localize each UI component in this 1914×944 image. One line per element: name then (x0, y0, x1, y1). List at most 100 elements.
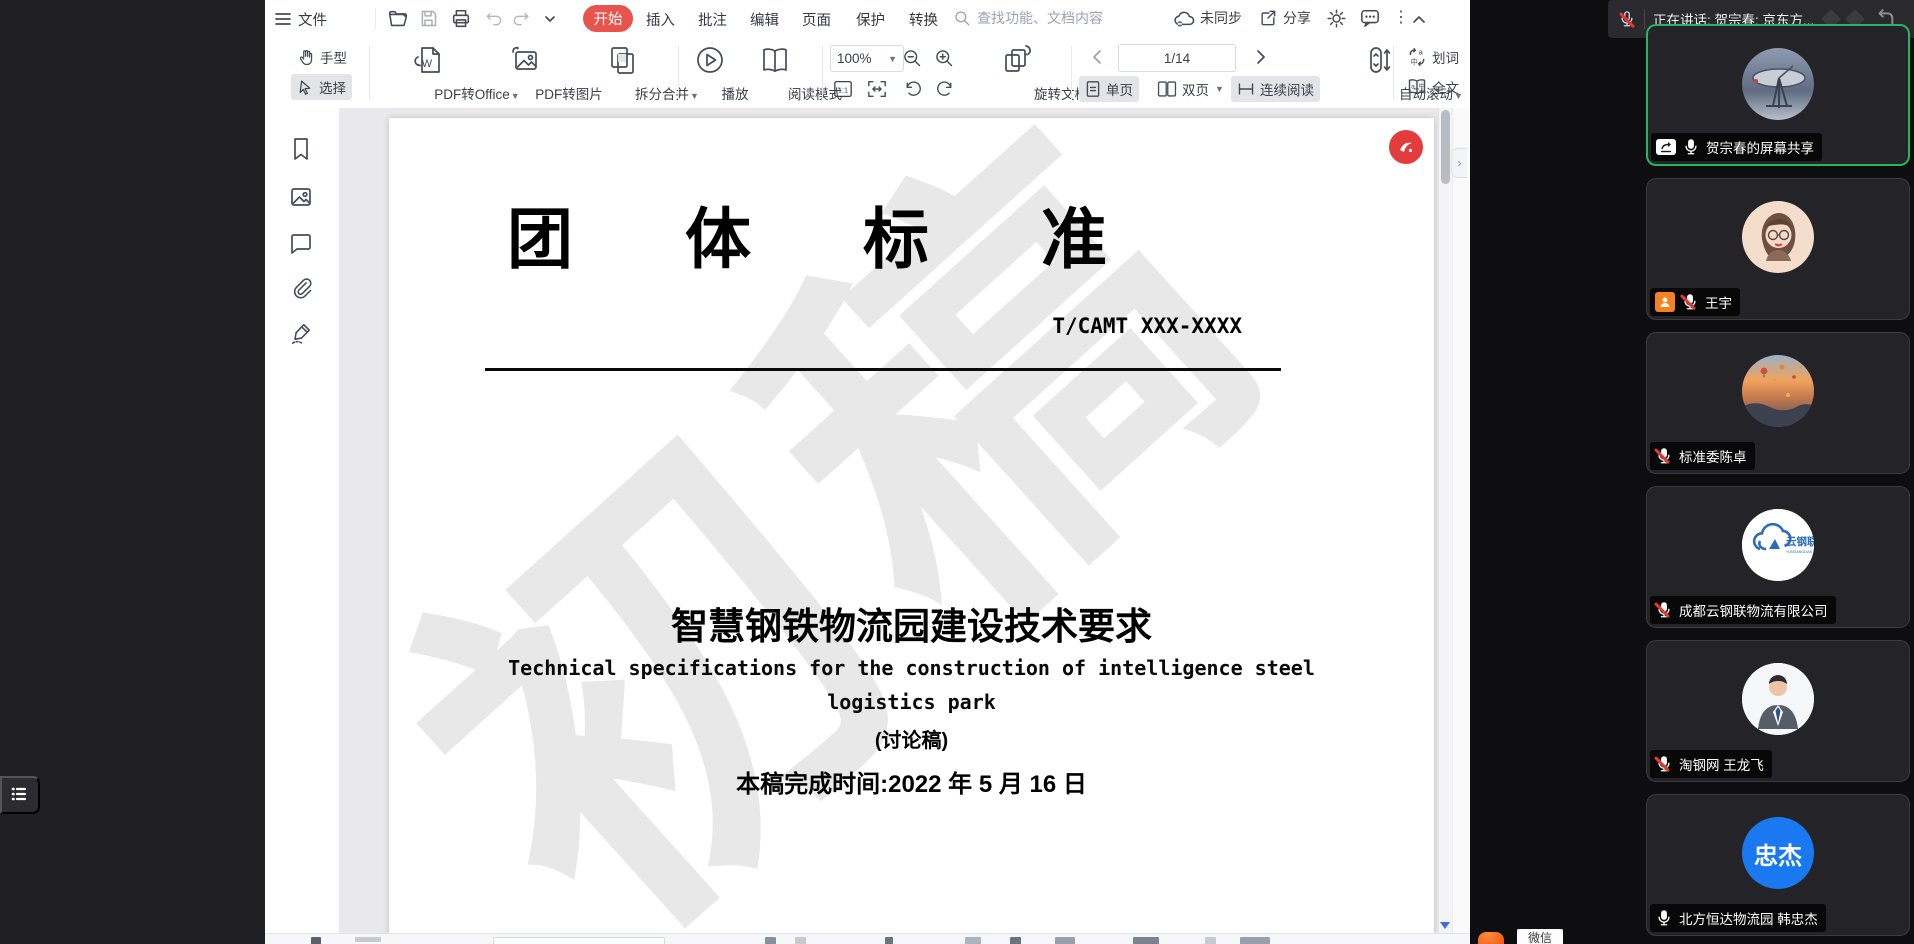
continuous-read-button[interactable]: 连续阅读 (1231, 76, 1320, 102)
rotate-right-button[interactable] (931, 76, 958, 101)
split-merge-button[interactable]: 拆分合并▼ (577, 38, 667, 108)
svg-text:1:1: 1:1 (837, 85, 847, 94)
tab-edit[interactable]: 编辑 (750, 9, 779, 30)
translate-full-button[interactable]: a中 全文 (1401, 74, 1465, 100)
settings-button[interactable] (1326, 8, 1347, 29)
quick-tools-dropdown[interactable] (543, 13, 557, 25)
single-page-button[interactable]: 单页 (1079, 76, 1139, 102)
cloud-sync-icon (1173, 8, 1195, 28)
zoom-out-button[interactable] (898, 45, 925, 70)
comments-panel-button[interactable] (289, 230, 315, 256)
document-viewport[interactable]: 初稿 团体标准 T/CAMT XXX-XXXX 智慧钢铁物流园建设技术要求 Te… (339, 108, 1452, 933)
tab-insert[interactable]: 插入 (646, 9, 675, 30)
actual-size-button[interactable]: 1:1 (830, 76, 855, 101)
statusbar-icon (1055, 937, 1075, 944)
print-button[interactable] (450, 8, 472, 30)
single-page-label: 单页 (1106, 79, 1133, 99)
page-corner-badge (1389, 130, 1423, 164)
participant-tile[interactable]: 云钢联YUNGANGLIAN 成都云钢联物流有限公司 (1646, 486, 1910, 628)
avatar (1742, 663, 1814, 735)
share-icon (1258, 8, 1278, 28)
select-tool-button[interactable]: 选择 (291, 74, 352, 100)
page-indicator[interactable]: 1/14 (1118, 44, 1236, 72)
zoom-in-button[interactable] (930, 45, 957, 70)
search-box[interactable]: 查找功能、文档内容 (953, 8, 1103, 28)
play-icon (693, 43, 727, 79)
participant-tile[interactable]: 忠杰 北方恒达物流园 韩忠杰 (1646, 794, 1910, 936)
tab-convert[interactable]: 转换 (909, 9, 938, 30)
feedback-button[interactable] (1359, 8, 1381, 28)
tab-protect[interactable]: 保护 (856, 9, 885, 30)
hand-tool-button[interactable]: 手型 (291, 44, 353, 70)
double-page-icon (1157, 80, 1177, 98)
statusbar-icon (1205, 937, 1216, 944)
sync-status-label: 未同步 (1200, 8, 1242, 28)
pdf-to-image-button[interactable]: PDF转图片 (481, 38, 569, 108)
scrollbar-thumb[interactable] (1441, 110, 1450, 184)
save-button[interactable] (418, 8, 439, 29)
double-page-button[interactable]: 双页▼ (1151, 76, 1230, 102)
mic-muted-icon (1655, 447, 1673, 465)
menu-file[interactable]: 文件 (298, 9, 327, 30)
chevron-right-icon (1255, 49, 1267, 65)
rotate-document-button[interactable]: 旋转文档 (971, 38, 1061, 108)
signature-pen-icon (289, 321, 313, 345)
participant-label: 淘钢网 王龙飞 (1650, 750, 1772, 778)
participant-tile[interactable]: 贺宗春的屏幕共享 (1646, 24, 1910, 166)
play-button[interactable]: 播放 (685, 38, 735, 108)
previous-page-button[interactable] (1085, 44, 1109, 70)
scrollbar[interactable] (1438, 108, 1452, 933)
sync-status[interactable]: 未同步 (1173, 8, 1242, 28)
meeting-sidebar: 正在讲话: 贺宗春; 京东方... 贺宗春的屏幕共享 (1470, 0, 1914, 944)
more-menu-button[interactable]: ⋮ (1393, 7, 1409, 27)
svg-text:a: a (1411, 84, 1415, 91)
undo-icon (484, 8, 504, 28)
participant-name: 淘钢网 王龙飞 (1679, 754, 1764, 774)
svg-text:中: 中 (1419, 82, 1426, 91)
floating-list-button[interactable] (0, 776, 40, 814)
participant-tile[interactable]: 淘钢网 王龙飞 (1646, 640, 1910, 782)
attachments-panel-button[interactable] (289, 275, 315, 301)
translate-word-button[interactable]: a中 划词 (1401, 44, 1465, 70)
scroll-down-arrow[interactable] (1440, 922, 1450, 929)
next-page-button[interactable] (1249, 44, 1273, 70)
open-file-button[interactable] (387, 8, 409, 30)
chevron-left-icon (1091, 49, 1103, 65)
toolbar-overflow-expander[interactable]: › (1451, 148, 1467, 178)
paperclip-icon (289, 276, 313, 300)
rotate-left-button[interactable] (899, 76, 926, 101)
tab-home[interactable]: 开始 (583, 5, 633, 32)
signature-panel-button[interactable] (289, 320, 315, 346)
redo-button[interactable] (511, 8, 531, 28)
share-button[interactable]: 分享 (1258, 8, 1311, 28)
read-mode-button[interactable]: 阅读模式 (735, 38, 815, 108)
undo-button[interactable] (484, 8, 504, 28)
tab-comment[interactable]: 批注 (698, 9, 727, 30)
translate-full-label: 全文 (1432, 77, 1459, 97)
avatar (1742, 201, 1814, 273)
zoom-in-icon (934, 48, 954, 68)
hamburger-menu-button[interactable] (273, 9, 293, 29)
list-icon (9, 783, 31, 808)
fit-page-button[interactable] (863, 76, 890, 101)
hand-icon (297, 48, 315, 66)
doc-heading: 团体标准 (507, 206, 1219, 272)
participant-tile[interactable]: 标准委陈卓 (1646, 332, 1910, 474)
rotate-right-icon (935, 80, 955, 98)
zoom-level-dropdown[interactable]: 100% ▼ (830, 45, 904, 72)
pdf-page: 初稿 团体标准 T/CAMT XXX-XXXX 智慧钢铁物流园建设技术要求 Te… (389, 118, 1434, 933)
taskbar-app-logo-partial (1478, 932, 1504, 944)
images-panel-button[interactable] (289, 184, 315, 210)
rotate-document-icon (999, 43, 1033, 79)
pdf-to-office-button[interactable]: W PDF转Office▼ (377, 38, 477, 108)
avatar (1742, 355, 1814, 427)
collapse-toolbar-button[interactable] (1411, 13, 1427, 25)
image-icon (289, 185, 313, 209)
tab-page[interactable]: 页面 (802, 9, 831, 30)
doc-standard-number: T/CAMT XXX-XXXX (1052, 314, 1242, 338)
mic-on-icon (1655, 909, 1673, 927)
divider (1644, 9, 1645, 29)
participant-tile[interactable]: 王宇 (1646, 178, 1910, 320)
bookmarks-panel-button[interactable] (289, 136, 315, 162)
svg-text:W: W (422, 58, 433, 70)
